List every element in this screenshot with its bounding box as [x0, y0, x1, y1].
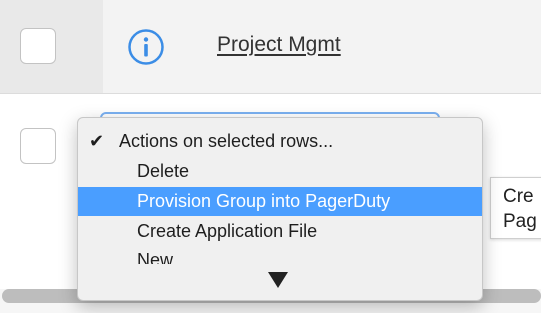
actions-dropdown-menu: ✔ Actions on selected rows... Delete Pro…: [77, 117, 483, 301]
menu-item-label: Provision Group into PagerDuty: [137, 191, 391, 211]
menu-item-label: Delete: [137, 161, 190, 181]
scroll-down-arrow-icon[interactable]: [268, 272, 288, 288]
menu-item-label: Create Application File: [137, 221, 318, 241]
tooltip: Cre Pag: [490, 177, 541, 239]
table-view: Project Mgmt Cre Pag ✔ Actions on select…: [0, 0, 541, 313]
info-circle-icon[interactable]: [127, 28, 165, 66]
row-checkbox[interactable]: [20, 128, 56, 164]
row-divider: [0, 93, 541, 94]
checkmark-icon: ✔: [89, 131, 105, 152]
row-link[interactable]: Project Mgmt: [217, 33, 341, 57]
row-checkbox[interactable]: [20, 28, 56, 64]
menu-item-label: Actions on selected rows...: [119, 131, 334, 151]
menu-item-delete[interactable]: Delete: [78, 157, 482, 186]
menu-item-actions-placeholder[interactable]: ✔ Actions on selected rows...: [78, 127, 482, 156]
menu-item-new[interactable]: New: [78, 246, 482, 264]
menu-item-provision-pagerduty[interactable]: Provision Group into PagerDuty: [78, 187, 482, 216]
menu-item-create-application-file[interactable]: Create Application File: [78, 217, 482, 246]
menu-item-label: New: [137, 250, 174, 264]
